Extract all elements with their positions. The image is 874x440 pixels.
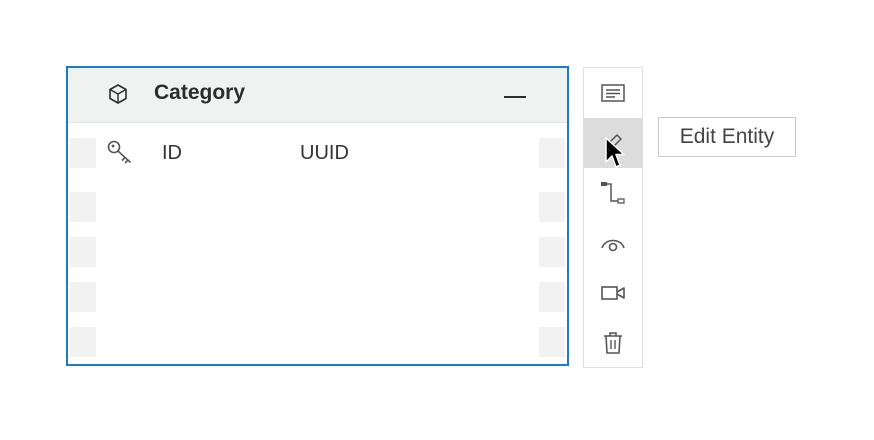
entity-title: Category: [154, 81, 246, 104]
tooltip: Edit Entity: [658, 117, 796, 157]
row-handle-left: [70, 192, 96, 222]
trash-icon: [604, 332, 622, 354]
mouse-cursor-icon: [605, 137, 625, 168]
entity-header[interactable]: Category: [68, 68, 567, 123]
empty-row[interactable]: [68, 327, 567, 357]
row-handle-right: [539, 138, 565, 168]
cube-outline-icon: [109, 84, 127, 104]
row-handle-left: [70, 237, 96, 267]
empty-row[interactable]: [68, 237, 567, 267]
collapse-button[interactable]: [500, 82, 530, 110]
row-handle-left: [70, 138, 96, 168]
row-handle-right: [539, 327, 565, 357]
eye-view-icon: [601, 239, 625, 252]
relation-connector-icon: [601, 182, 625, 204]
text-lines-icon: [601, 84, 625, 102]
entity-toolbar: [583, 67, 643, 368]
view-button[interactable]: [584, 218, 642, 268]
record-button[interactable]: [584, 268, 642, 318]
row-handle-left: [70, 327, 96, 357]
field-name: ID: [162, 142, 182, 164]
empty-row[interactable]: [68, 282, 567, 312]
field-type: UUID: [300, 142, 349, 164]
video-camera-icon: [601, 286, 625, 300]
row-handle-right: [539, 237, 565, 267]
relation-button[interactable]: [584, 168, 642, 218]
row-handle-right: [539, 192, 565, 222]
row-handle-right: [539, 282, 565, 312]
entity-card-category[interactable]: Category ID UUID: [66, 66, 569, 366]
delete-button[interactable]: [584, 318, 642, 368]
description-button[interactable]: [584, 68, 642, 118]
field-row[interactable]: ID UUID: [68, 138, 567, 168]
key-icon: [107, 140, 131, 164]
empty-row[interactable]: [68, 192, 567, 222]
row-handle-left: [70, 282, 96, 312]
